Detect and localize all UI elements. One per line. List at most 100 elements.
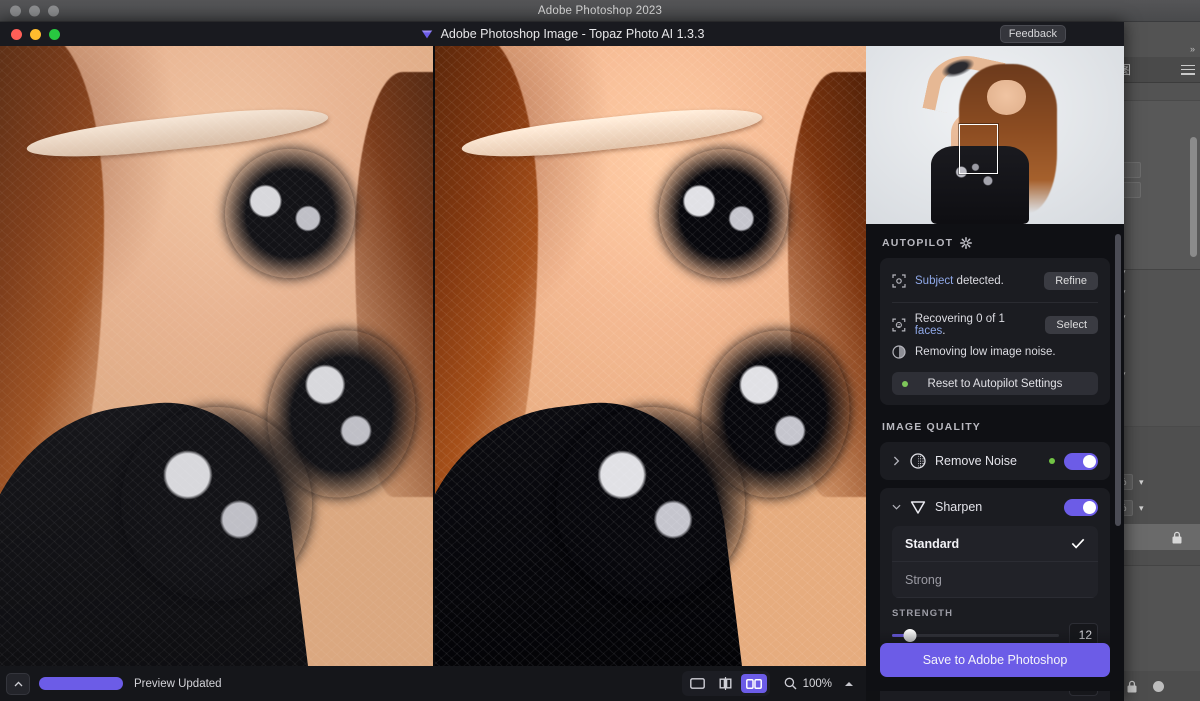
face-detect-icon (892, 318, 906, 332)
chevron-up-icon (14, 680, 22, 686)
sharpen-option-standard[interactable]: Standard (892, 526, 1098, 562)
feedback-button[interactable]: Feedback (999, 25, 1066, 43)
single-view-button[interactable] (685, 674, 711, 693)
panel-menu-icon[interactable] (1181, 64, 1195, 75)
autopilot-row-noise: Removing low image noise. (892, 341, 1098, 363)
dock-scrollbar[interactable] (1190, 137, 1197, 257)
sharpen-label: Sharpen (935, 500, 983, 514)
photoshop-window-controls[interactable] (10, 5, 59, 16)
autopilot-title: AUTOPILOT (882, 237, 954, 249)
lock-layer-icon[interactable] (1126, 680, 1138, 693)
strength-slider-track[interactable] (892, 628, 1059, 642)
navigator-thumbnail[interactable] (866, 46, 1124, 224)
split-view-button[interactable] (713, 674, 739, 693)
select-label: Select (1056, 319, 1087, 331)
autopilot-row-subject: Subject detected. Refine (892, 268, 1098, 294)
save-label: Save to Adobe Photoshop (922, 653, 1068, 667)
faces-status-text: Recovering 0 of 1 faces. (915, 313, 1037, 337)
strength-value: 12 (1078, 628, 1092, 642)
strength-label: STRENGTH (892, 608, 954, 619)
subject-detect-icon (892, 274, 906, 288)
close-button-inactive[interactable] (10, 5, 21, 16)
remove-noise-toggle[interactable] (1064, 452, 1098, 470)
sharpen-toggle[interactable] (1064, 498, 1098, 516)
region-of-interest-rectangle[interactable] (958, 124, 998, 175)
original-image-pane[interactable] (0, 46, 433, 691)
dock-expand-icon[interactable]: » (1190, 44, 1195, 54)
bottom-toolbar: Preview Updated 100% (0, 666, 866, 701)
toggle-knob (1083, 454, 1096, 468)
split-compare-icon (719, 677, 732, 690)
sharpen-funnel-icon (910, 500, 926, 514)
autopilot-card: Subject detected. Refine Recovering 0 of… (880, 258, 1110, 405)
mesh-texture (435, 46, 866, 691)
reset-autopilot-button[interactable]: Reset to Autopilot Settings (892, 372, 1098, 395)
subject-link[interactable]: Subject (915, 275, 953, 287)
photoshop-titlebar: Adobe Photoshop 2023 (0, 0, 1200, 22)
minimize-button-inactive[interactable] (29, 5, 40, 16)
remove-noise-status-dot (1049, 458, 1055, 464)
image-quality-section-header: IMAGE QUALITY (866, 405, 1124, 442)
autopilot-divider (892, 302, 1098, 303)
autopilot-section-header: AUTOPILOT (866, 224, 1124, 258)
sharpen-controls (1064, 498, 1098, 516)
chevron-right-icon[interactable] (892, 456, 901, 466)
side-by-side-view-button[interactable] (740, 674, 767, 693)
topaz-diamond-icon (421, 30, 432, 39)
panel-scroll-zone[interactable] (1112, 228, 1124, 588)
noise-circle-icon (910, 453, 926, 469)
sharpen-option-standard-label: Standard (905, 536, 960, 551)
remove-noise-label: Remove Noise (935, 454, 1017, 468)
panel-scrollbar[interactable] (1115, 234, 1121, 526)
clarity-value: 1 (1085, 677, 1092, 691)
zoom-level-value: 100% (802, 677, 832, 690)
magnifier-icon (784, 677, 797, 690)
opacity-chevron-icon[interactable]: ▾ (1139, 477, 1144, 488)
module-remove-noise: Remove Noise (880, 442, 1110, 480)
faces-link[interactable]: faces (915, 325, 943, 337)
sharpen-strength-slider-group: STRENGTH 12 (880, 598, 1110, 647)
clarity-slider-track[interactable] (888, 677, 1059, 691)
processed-image-pane[interactable] (433, 46, 866, 691)
chevron-down-icon[interactable] (892, 503, 901, 511)
original-photo (0, 46, 433, 691)
rectangle-icon (690, 678, 705, 689)
maximize-button-inactive[interactable] (48, 5, 59, 16)
strength-slider-knob[interactable] (903, 628, 917, 642)
lock-icon (1172, 531, 1182, 543)
collapse-panel-button[interactable] (6, 672, 30, 695)
sharpen-model-options: Standard Strong (892, 526, 1098, 598)
subject-status-rest: detected. (953, 275, 1004, 287)
view-mode-group (681, 671, 770, 696)
remove-noise-header[interactable]: Remove Noise (880, 442, 1110, 480)
subject-status-text: Subject detected. (915, 275, 1004, 287)
reset-label: Reset to Autopilot Settings (927, 377, 1063, 390)
status-text: Preview Updated (134, 677, 222, 690)
side-by-side-icon (745, 678, 762, 689)
autopilot-row-faces: Recovering 0 of 1 faces. Select (892, 309, 1098, 341)
sharpen-header[interactable]: Sharpen (880, 488, 1110, 526)
reset-status-dot (902, 380, 908, 387)
new-layer-icon[interactable] (1152, 680, 1165, 693)
processed-photo (435, 46, 866, 691)
fill-chevron-icon[interactable]: ▾ (1139, 503, 1144, 514)
caret-up-icon[interactable] (844, 681, 854, 687)
topaz-titlebar: Adobe Photoshop Image - Topaz Photo AI 1… (0, 22, 1124, 46)
select-button[interactable]: Select (1045, 316, 1098, 334)
topaz-title-group: Adobe Photoshop Image - Topaz Photo AI 1… (0, 27, 1124, 41)
topaz-photo-ai-window: Adobe Photoshop Image - Topaz Photo AI 1… (0, 22, 1124, 701)
refine-button[interactable]: Refine (1044, 272, 1098, 290)
zoom-control-group[interactable]: 100% (784, 677, 854, 690)
toggle-knob (1083, 500, 1096, 514)
sharpen-option-strong[interactable]: Strong (892, 562, 1098, 598)
gear-icon[interactable] (960, 237, 973, 249)
feedback-label: Feedback (1008, 28, 1057, 40)
mesh-texture (0, 46, 433, 691)
remove-noise-controls (1049, 452, 1098, 470)
sharpen-option-strong-label: Strong (905, 572, 942, 587)
image-quality-title: IMAGE QUALITY (882, 421, 982, 433)
image-compare-canvas[interactable] (0, 46, 866, 691)
clarity-slider-knob[interactable] (888, 677, 901, 691)
save-to-photoshop-button[interactable]: Save to Adobe Photoshop (880, 643, 1110, 677)
topaz-window-title: Adobe Photoshop Image - Topaz Photo AI 1… (440, 27, 705, 41)
